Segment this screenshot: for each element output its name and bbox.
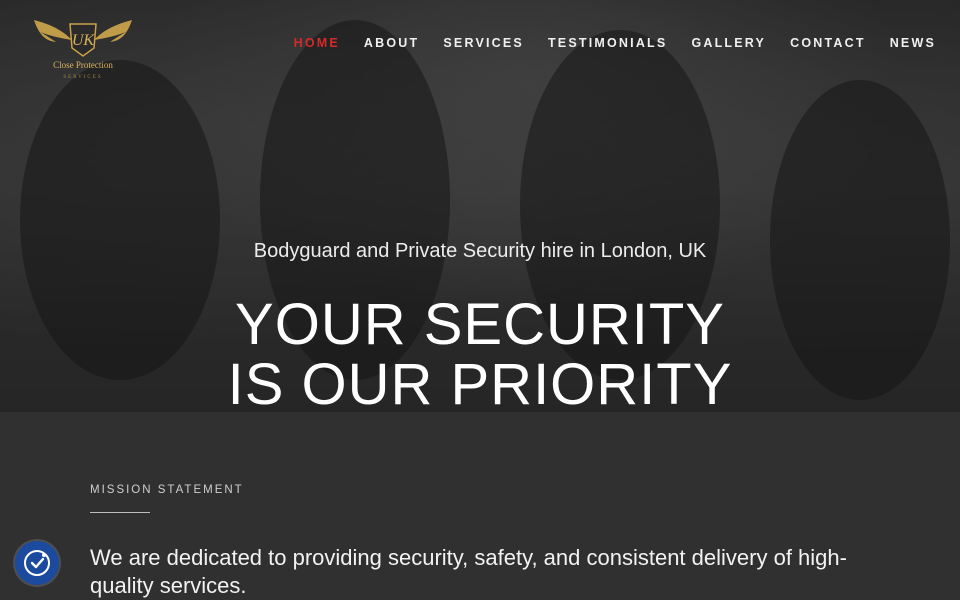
nav-item-testimonials[interactable]: TESTIMONIALS bbox=[548, 36, 667, 50]
nav-item-services[interactable]: SERVICES bbox=[443, 36, 524, 50]
logo-line2: SERVICES bbox=[63, 75, 102, 80]
accessibility-icon bbox=[24, 550, 50, 576]
nav-item-contact[interactable]: CONTACT bbox=[790, 36, 866, 50]
hero-headline-line2: IS OUR PRIORITY bbox=[227, 352, 733, 417]
nav-item-about[interactable]: ABOUT bbox=[364, 36, 419, 50]
logo-line1: Close Protection bbox=[53, 60, 113, 70]
mission-statement-label: MISSION STATEMENT bbox=[90, 484, 244, 496]
accessibility-button[interactable] bbox=[15, 541, 59, 585]
hero-headline: YOUR SECURITY IS OUR PRIORITY bbox=[0, 295, 960, 415]
nav-item-home[interactable]: HOME bbox=[294, 36, 340, 50]
logo-emblem-icon: UK Close Protection SERVICES bbox=[34, 20, 132, 80]
mission-divider bbox=[90, 512, 150, 513]
site-logo[interactable]: UK Close Protection SERVICES bbox=[30, 14, 136, 84]
nav-item-gallery[interactable]: GALLERY bbox=[691, 36, 766, 50]
hero-headline-line1: YOUR SECURITY bbox=[235, 292, 725, 357]
hero-tagline: Bodyguard and Private Security hire in L… bbox=[253, 240, 707, 262]
main-navigation: HOME ABOUT SERVICES TESTIMONIALS GALLERY… bbox=[270, 36, 936, 50]
logo-monogram: UK bbox=[72, 32, 96, 49]
mission-statement-text: We are dedicated to providing security, … bbox=[90, 545, 847, 598]
nav-item-news[interactable]: NEWS bbox=[890, 36, 936, 50]
